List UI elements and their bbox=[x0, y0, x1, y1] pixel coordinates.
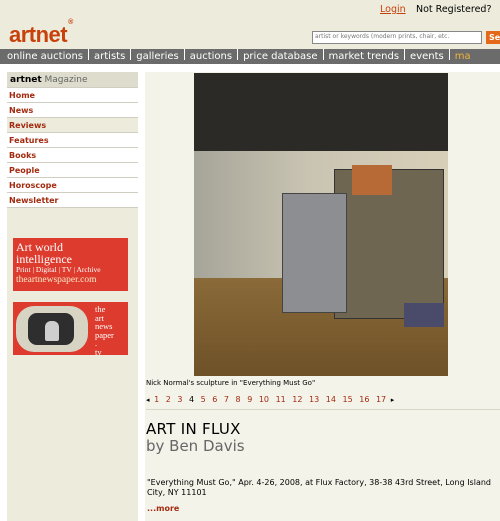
page-link[interactable]: 12 bbox=[292, 395, 302, 404]
divider bbox=[146, 409, 500, 410]
header-bar: artnet® Login Not Registered? artist or … bbox=[0, 0, 500, 49]
photo-sculpture-top bbox=[352, 165, 392, 195]
not-registered-link[interactable]: Not Registered? bbox=[416, 4, 492, 15]
photo-ceiling bbox=[194, 73, 448, 151]
nav-divider bbox=[130, 49, 132, 60]
article-info: "Everything Must Go," Apr. 4-26, 2008, a… bbox=[147, 478, 491, 497]
nav-price-database[interactable]: price database bbox=[243, 51, 317, 62]
page-link[interactable]: 7 bbox=[224, 395, 229, 404]
nav-divider bbox=[404, 49, 406, 60]
page-link[interactable]: 2 bbox=[166, 395, 171, 404]
page-link[interactable]: 3 bbox=[177, 395, 182, 404]
nav-divider bbox=[237, 49, 239, 60]
page-link[interactable]: 6 bbox=[212, 395, 217, 404]
magazine-heading: artnet Magazine bbox=[7, 72, 138, 88]
sidebar-item-news[interactable]: News bbox=[7, 103, 138, 118]
ad-headline-2: intelligence bbox=[16, 252, 72, 266]
nav-artists[interactable]: artists bbox=[94, 51, 125, 62]
nav-galleries[interactable]: galleries bbox=[136, 51, 178, 62]
main-nav: online auctions artists galleries auctions p… bbox=[0, 49, 500, 64]
page-link[interactable]: 10 bbox=[259, 395, 269, 404]
tv-set-image bbox=[16, 306, 88, 352]
art-newspaper-ad[interactable]: Art world intelligence Print | Digital |… bbox=[13, 238, 128, 291]
nav-divider bbox=[183, 49, 185, 60]
magazine-brand: artnet bbox=[10, 75, 42, 85]
nav-auctions[interactable]: auctions bbox=[190, 51, 232, 62]
photo-sculpture-base bbox=[404, 303, 444, 327]
nav-online-auctions[interactable]: online auctions bbox=[7, 51, 83, 62]
page-link[interactable]: 5 bbox=[201, 395, 206, 404]
page-link[interactable]: 1 bbox=[154, 395, 159, 404]
nav-divider bbox=[88, 49, 90, 60]
sidebar: artnet Magazine Home News Reviews Featur… bbox=[7, 72, 138, 521]
page-link[interactable]: 13 bbox=[309, 395, 319, 404]
page-link[interactable]: 14 bbox=[326, 395, 336, 404]
prev-arrow-icon[interactable]: ◂ bbox=[146, 396, 150, 404]
page-link[interactable]: 11 bbox=[276, 395, 286, 404]
page-link[interactable]: 17 bbox=[376, 395, 386, 404]
ad-subline: Print | Digital | TV | Archive bbox=[16, 265, 101, 274]
more-link[interactable]: ...more bbox=[147, 504, 179, 513]
article-photo bbox=[194, 73, 448, 376]
sidebar-item-horoscope[interactable]: Horoscope bbox=[7, 178, 138, 193]
search-input[interactable]: artist or keywords (modern prints, chair… bbox=[312, 31, 482, 44]
artnet-logo[interactable]: artnet® bbox=[9, 19, 73, 48]
page-link[interactable]: 9 bbox=[247, 395, 252, 404]
page-link[interactable]: 16 bbox=[359, 395, 369, 404]
photo-sculpture-left bbox=[282, 193, 347, 313]
nav-magazine[interactable]: ma bbox=[455, 51, 471, 62]
ad-url: theartnewspaper.com bbox=[16, 275, 97, 285]
article-title: ART IN FLUX bbox=[146, 420, 241, 438]
article-author: by Ben Davis bbox=[146, 437, 245, 455]
nav-divider bbox=[448, 49, 450, 60]
nav-events[interactable]: events bbox=[410, 51, 444, 62]
sidebar-item-reviews[interactable]: Reviews bbox=[7, 118, 138, 133]
sidebar-item-newsletter[interactable]: Newsletter bbox=[7, 193, 138, 208]
login-link[interactable]: Login bbox=[380, 4, 406, 15]
page-link[interactable]: 15 bbox=[343, 395, 353, 404]
next-arrow-icon[interactable]: ▸ bbox=[391, 396, 395, 404]
sidebar-item-features[interactable]: Features bbox=[7, 133, 138, 148]
tv-ad-text: the art news paper . tv bbox=[95, 304, 114, 357]
sidebar-item-books[interactable]: Books bbox=[7, 148, 138, 163]
tv-screen bbox=[28, 313, 74, 345]
nav-divider bbox=[322, 49, 324, 60]
art-newspaper-tv-ad[interactable]: the art news paper . tv bbox=[13, 302, 128, 357]
current-page: 4 bbox=[188, 395, 195, 404]
sidebar-item-people[interactable]: People bbox=[7, 163, 138, 178]
tv-figure bbox=[45, 321, 59, 341]
photo-caption: Nick Normal's sculpture in "Everything M… bbox=[146, 379, 316, 387]
nav-market-trends[interactable]: market trends bbox=[329, 51, 400, 62]
sidebar-item-home[interactable]: Home bbox=[7, 88, 138, 103]
page-link[interactable]: 8 bbox=[236, 395, 241, 404]
magazine-label: Magazine bbox=[44, 75, 88, 85]
search-button[interactable]: Se bbox=[486, 31, 500, 44]
image-pager: ◂ 1 2 3 4 5 6 7 8 9 10 11 12 13 14 15 16… bbox=[146, 395, 394, 404]
